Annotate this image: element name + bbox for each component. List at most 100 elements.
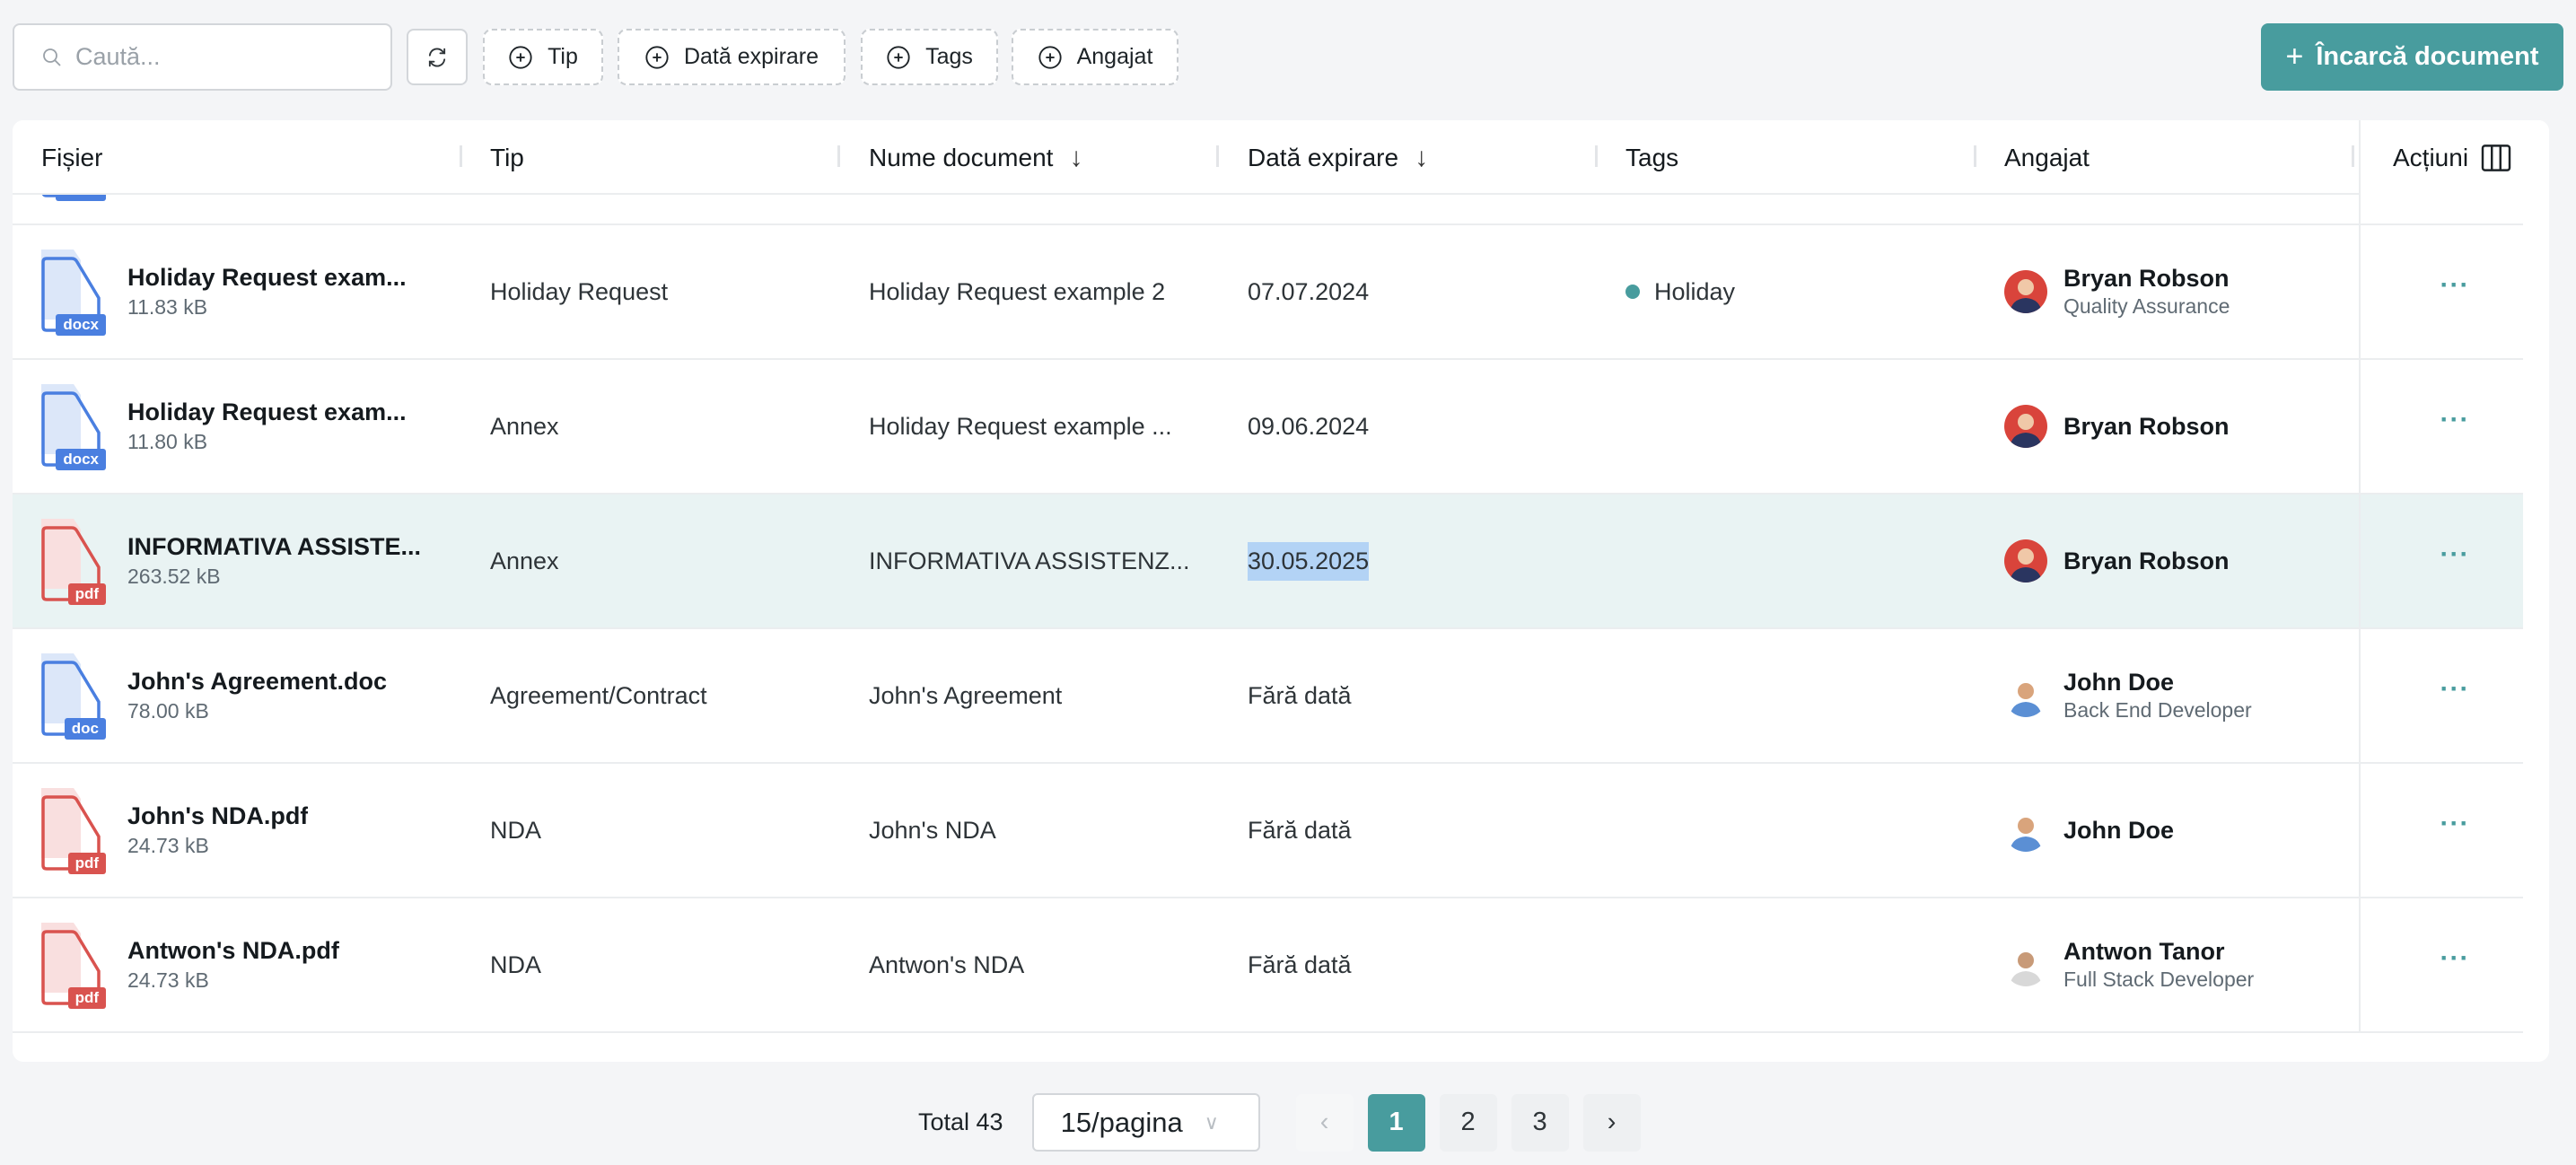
sort-desc-icon: ↓ — [1069, 142, 1083, 172]
expiry-cell: 30.05.2025 — [1248, 495, 1370, 627]
more-actions-icon[interactable]: ··· — [2440, 539, 2470, 582]
table-rows: docx Sarah Davis Holiday Request.docx 7.… — [13, 195, 2549, 1033]
file-name[interactable]: Antwon's NDA.pdf — [127, 937, 339, 965]
table-row[interactable]: docx Sarah Davis Holiday Request.docx 7.… — [13, 195, 2523, 225]
employee-info: Bryan Robson — [2063, 413, 2230, 441]
doc-file-icon: docx — [39, 248, 106, 336]
file-cell: docx Sarah Davis Holiday Request.docx 7.… — [39, 195, 433, 223]
column-header-type[interactable]: Tip — [490, 120, 524, 195]
toolbar: Tip Dată expirare Tags Angajat + Încarcă… — [13, 23, 2563, 92]
file-name[interactable]: INFORMATIVA ASSISTE... — [127, 533, 421, 561]
file-extension-badge: docx — [56, 314, 106, 336]
filter-employee-label: Angajat — [1076, 44, 1153, 69]
more-actions-icon[interactable]: ··· — [2440, 674, 2470, 717]
table-row[interactable]: docx Holiday Request exam... 11.80 kB An… — [13, 360, 2523, 495]
expiry-date: 30.05.2025 — [1248, 541, 1370, 581]
employee-info: John Doe Back End Developer — [2063, 669, 2252, 723]
table-row[interactable]: docx Holiday Request exam... 11.83 kB Ho… — [13, 225, 2523, 360]
page-size-value: 15/pagina — [1060, 1106, 1183, 1138]
upload-label: Încarcă document — [2316, 42, 2539, 71]
search-box[interactable] — [13, 23, 392, 91]
employee-cell: Bryan Robson — [2004, 360, 2230, 493]
column-header-tags[interactable]: Tags — [1625, 120, 1678, 195]
type-cell: Annex — [490, 547, 559, 574]
page-3-button[interactable]: 3 — [1511, 1093, 1569, 1152]
column-resizer[interactable] — [1216, 145, 1219, 167]
avatar — [2004, 809, 2047, 852]
doc-name-cell: Sarah Davis Holiday Requ... — [869, 195, 1173, 223]
filter-tags-label: Tags — [925, 44, 973, 69]
file-cell: pdf INFORMATIVA ASSISTE... 263.52 kB — [39, 495, 421, 627]
table-row[interactable]: pdf INFORMATIVA ASSISTE... 263.52 kB Ann… — [13, 495, 2523, 629]
refresh-button[interactable] — [407, 29, 468, 85]
column-label: Angajat — [2004, 143, 2090, 171]
employee-cell: John Doe — [2004, 764, 2174, 897]
more-actions-icon[interactable]: ··· — [2440, 809, 2470, 852]
table-row[interactable]: doc John's Agreement.doc 78.00 kB Agreem… — [13, 629, 2523, 764]
pagination: Total 43 15/pagina ∨ ‹ 1 2 3 › — [918, 1093, 1641, 1152]
filter-tags-button[interactable]: Tags — [861, 29, 998, 85]
more-actions-icon[interactable]: ··· — [2440, 270, 2470, 313]
tag-dot-icon — [1625, 285, 1640, 299]
employee-name[interactable]: Bryan Robson — [2063, 547, 2230, 575]
column-resizer[interactable] — [837, 145, 840, 167]
doc-name-cell: Holiday Request example 2 — [869, 277, 1166, 305]
column-label: Fișier — [41, 143, 103, 171]
column-header-employee[interactable]: Angajat — [2004, 120, 2090, 195]
employee-role: Back End Developer — [2063, 698, 2252, 722]
table-row[interactable]: pdf John's NDA.pdf 24.73 kB NDA John's N… — [13, 764, 2523, 898]
page-1-button[interactable]: 1 — [1367, 1093, 1425, 1152]
column-header-expiry[interactable]: Dată expirare ↓ — [1248, 120, 1428, 195]
column-resizer[interactable] — [2352, 145, 2354, 167]
expiry-cell: Fără dată — [1248, 764, 1352, 897]
plus-circle-icon — [509, 45, 532, 69]
doc-file-icon: doc — [39, 652, 106, 740]
column-label: Tags — [1625, 143, 1679, 171]
employee-name[interactable]: Bryan Robson — [2063, 413, 2230, 441]
pdf-file-icon: pdf — [39, 921, 106, 1009]
type-cell: NDA — [490, 950, 542, 978]
column-resizer[interactable] — [460, 145, 462, 167]
page-2-button[interactable]: 2 — [1439, 1093, 1497, 1152]
next-page-button[interactable]: › — [1582, 1093, 1641, 1152]
file-name[interactable]: John's Agreement.doc — [127, 668, 387, 696]
employee-info: Bryan Robson — [2063, 547, 2230, 575]
upload-document-button[interactable]: + Încarcă document — [2261, 23, 2563, 91]
file-extension-badge: docx — [56, 449, 106, 470]
employee-name[interactable]: John Doe — [2063, 669, 2252, 696]
employee-cell: Bryan Robson Quality Assurance — [2004, 225, 2230, 358]
more-actions-icon[interactable]: ··· — [2440, 943, 2470, 986]
column-resizer[interactable] — [1974, 145, 1976, 167]
table-row[interactable]: pdf Antwon's NDA.pdf 24.73 kB NDA Antwon… — [13, 898, 2523, 1033]
search-input[interactable] — [75, 43, 363, 71]
more-actions-icon[interactable]: ··· — [2440, 405, 2470, 448]
expiry-cell: 07.07.2024 — [1248, 225, 1369, 358]
column-label: Nume document — [869, 143, 1054, 171]
refresh-icon — [428, 48, 446, 66]
column-header-doc-name[interactable]: Nume document ↓ — [869, 120, 1082, 195]
page-size-select[interactable]: 15/pagina ∨ — [1031, 1093, 1260, 1152]
tag-label: Holiday — [1654, 277, 1736, 305]
type-cell: Annex — [490, 412, 559, 440]
employee-name[interactable]: Antwon Tanor — [2063, 938, 2254, 966]
filter-type-label: Tip — [548, 44, 578, 69]
actions-cell: ··· — [2359, 495, 2549, 627]
actions-cell: ··· — [2359, 360, 2549, 493]
expiry-date: 09.06.2024 — [1248, 412, 1370, 440]
employee-name[interactable]: John Doe — [2063, 817, 2174, 845]
filter-type-button[interactable]: Tip — [483, 29, 603, 85]
actions-cell: ··· — [2359, 225, 2549, 358]
doc-file-icon: docx — [39, 382, 106, 470]
file-name[interactable]: Holiday Request exam... — [127, 264, 407, 292]
prev-page-button[interactable]: ‹ — [1295, 1093, 1354, 1152]
filter-employee-button[interactable]: Angajat — [1012, 29, 1178, 85]
type-cell: Agreement/Contract — [490, 681, 707, 709]
columns-icon[interactable] — [2481, 144, 2511, 171]
column-header-file[interactable]: Fișier — [41, 120, 102, 195]
employee-name[interactable]: Bryan Robson — [2063, 265, 2230, 293]
file-name[interactable]: Holiday Request exam... — [127, 399, 407, 426]
file-cell: doc John's Agreement.doc 78.00 kB — [39, 629, 387, 762]
file-name[interactable]: John's NDA.pdf — [127, 802, 308, 830]
filter-expiry-button[interactable]: Dată expirare — [618, 29, 846, 85]
column-resizer[interactable] — [1595, 145, 1598, 167]
